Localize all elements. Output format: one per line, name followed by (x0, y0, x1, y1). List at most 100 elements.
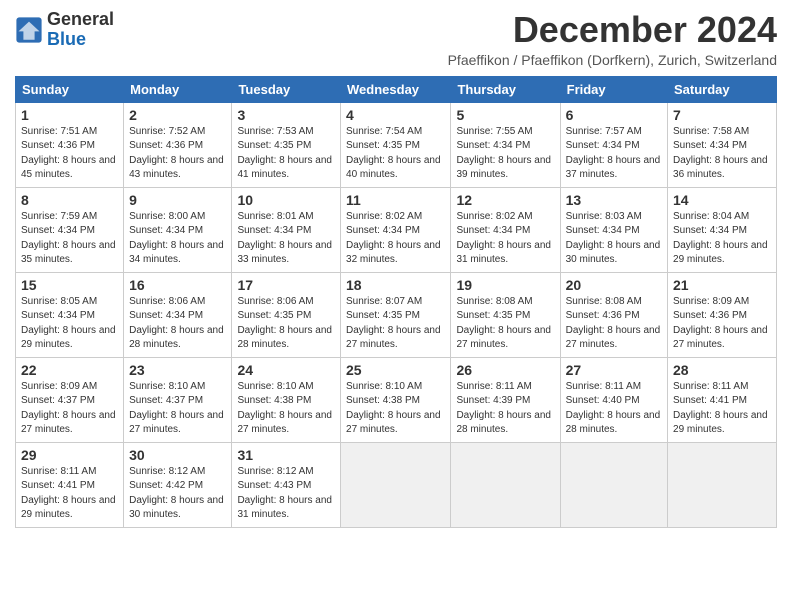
calendar-cell: 9 Sunrise: 8:00 AMSunset: 4:34 PMDaylight… (124, 187, 232, 272)
day-info: Sunrise: 8:06 AMSunset: 4:35 PMDaylight:… (237, 295, 335, 353)
day-info: Sunrise: 8:10 AMSunset: 4:38 PMDaylight:… (237, 380, 335, 438)
header-wednesday: Wednesday (341, 76, 451, 102)
day-number: 11 (346, 192, 445, 208)
calendar-cell (560, 442, 667, 527)
calendar-cell: 12 Sunrise: 8:02 AMSunset: 4:34 PMDayligh… (451, 187, 560, 272)
calendar-cell: 21Sunrise: 8:09 AMSunset: 4:36 PMDayligh… (668, 272, 777, 357)
day-info: Sunrise: 7:52 AMSunset: 4:36 PMDaylight:… (129, 125, 226, 183)
calendar-cell: 23 Sunrise: 8:10 AMSunset: 4:37 PMDayligh… (124, 357, 232, 442)
day-info: Sunrise: 7:53 AMSunset: 4:35 PMDaylight:… (237, 125, 335, 183)
calendar-cell: 29 Sunrise: 8:11 AMSunset: 4:41 PMDayligh… (16, 442, 124, 527)
day-info: Sunrise: 8:01 AMSunset: 4:34 PMDaylight:… (237, 210, 335, 268)
day-number: 10 (237, 192, 335, 208)
header-saturday: Saturday (668, 76, 777, 102)
calendar-header-row: SundayMondayTuesdayWednesdayThursdayFrid… (16, 76, 777, 102)
day-info: Sunrise: 8:05 AMSunset: 4:34 PMDaylight:… (21, 295, 118, 353)
day-info: Sunrise: 7:58 AMSunset: 4:34 PMDaylight:… (673, 125, 771, 183)
calendar-cell: 4 Sunrise: 7:54 AMSunset: 4:35 PMDaylight… (341, 102, 451, 187)
day-info: Sunrise: 8:11 AMSunset: 4:39 PMDaylight:… (456, 380, 554, 438)
calendar-cell: 11Sunrise: 8:02 AMSunset: 4:34 PMDayligh… (341, 187, 451, 272)
day-info: Sunrise: 8:12 AMSunset: 4:43 PMDaylight:… (237, 465, 335, 523)
day-number: 1 (21, 107, 118, 123)
calendar-cell: 1 Sunrise: 7:51 AMSunset: 4:36 PMDaylight… (16, 102, 124, 187)
day-number: 18 (346, 277, 445, 293)
calendar-cell (341, 442, 451, 527)
day-info: Sunrise: 8:07 AMSunset: 4:35 PMDaylight:… (346, 295, 445, 353)
day-info: Sunrise: 7:59 AMSunset: 4:34 PMDaylight:… (21, 210, 118, 268)
day-number: 17 (237, 277, 335, 293)
calendar-cell (451, 442, 560, 527)
day-info: Sunrise: 7:54 AMSunset: 4:35 PMDaylight:… (346, 125, 445, 183)
calendar-body: 1 Sunrise: 7:51 AMSunset: 4:36 PMDaylight… (16, 102, 777, 527)
calendar-cell: 10 Sunrise: 8:01 AMSunset: 4:34 PMDayligh… (232, 187, 341, 272)
header-sunday: Sunday (16, 76, 124, 102)
day-info: Sunrise: 8:03 AMSunset: 4:34 PMDaylight:… (566, 210, 662, 268)
calendar-cell: 28Sunrise: 8:11 AMSunset: 4:41 PMDayligh… (668, 357, 777, 442)
day-number: 14 (673, 192, 771, 208)
calendar-cell: 6Sunrise: 7:57 AMSunset: 4:34 PMDaylight… (560, 102, 667, 187)
day-number: 8 (21, 192, 118, 208)
calendar-cell: 24 Sunrise: 8:10 AMSunset: 4:38 PMDayligh… (232, 357, 341, 442)
day-number: 7 (673, 107, 771, 123)
calendar-cell: 8 Sunrise: 7:59 AMSunset: 4:34 PMDaylight… (16, 187, 124, 272)
day-info: Sunrise: 8:02 AMSunset: 4:34 PMDaylight:… (456, 210, 554, 268)
calendar-cell: 3 Sunrise: 7:53 AMSunset: 4:35 PMDaylight… (232, 102, 341, 187)
page-header: GeneralBlue December 2024 Pfaeffikon / P… (15, 10, 777, 68)
calendar-cell: 26 Sunrise: 8:11 AMSunset: 4:39 PMDayligh… (451, 357, 560, 442)
day-info: Sunrise: 8:12 AMSunset: 4:42 PMDaylight:… (129, 465, 226, 523)
day-info: Sunrise: 8:10 AMSunset: 4:37 PMDaylight:… (129, 380, 226, 438)
day-number: 2 (129, 107, 226, 123)
day-info: Sunrise: 8:09 AMSunset: 4:36 PMDaylight:… (673, 295, 771, 353)
calendar-cell: 27Sunrise: 8:11 AMSunset: 4:40 PMDayligh… (560, 357, 667, 442)
day-info: Sunrise: 8:11 AMSunset: 4:41 PMDaylight:… (21, 465, 118, 523)
calendar-cell: 14 Sunrise: 8:04 AMSunset: 4:34 PMDayligh… (668, 187, 777, 272)
day-number: 19 (456, 277, 554, 293)
day-info: Sunrise: 8:00 AMSunset: 4:34 PMDaylight:… (129, 210, 226, 268)
day-number: 26 (456, 362, 554, 378)
day-info: Sunrise: 8:10 AMSunset: 4:38 PMDaylight:… (346, 380, 445, 438)
week-row-5: 29 Sunrise: 8:11 AMSunset: 4:41 PMDayligh… (16, 442, 777, 527)
day-number: 4 (346, 107, 445, 123)
day-info: Sunrise: 7:57 AMSunset: 4:34 PMDaylight:… (566, 125, 662, 183)
week-row-1: 1 Sunrise: 7:51 AMSunset: 4:36 PMDaylight… (16, 102, 777, 187)
day-info: Sunrise: 8:11 AMSunset: 4:41 PMDaylight:… (673, 380, 771, 438)
month-title: December 2024 (448, 10, 777, 50)
header-monday: Monday (124, 76, 232, 102)
day-info: Sunrise: 7:51 AMSunset: 4:36 PMDaylight:… (21, 125, 118, 183)
calendar-cell: 5Sunrise: 7:55 AMSunset: 4:34 PMDaylight… (451, 102, 560, 187)
day-info: Sunrise: 8:08 AMSunset: 4:35 PMDaylight:… (456, 295, 554, 353)
day-info: Sunrise: 8:09 AMSunset: 4:37 PMDaylight:… (21, 380, 118, 438)
logo-blue: Blue (47, 29, 86, 49)
header-thursday: Thursday (451, 76, 560, 102)
day-info: Sunrise: 8:04 AMSunset: 4:34 PMDaylight:… (673, 210, 771, 268)
day-number: 12 (456, 192, 554, 208)
day-number: 13 (566, 192, 662, 208)
day-number: 20 (566, 277, 662, 293)
day-number: 3 (237, 107, 335, 123)
calendar-cell: 22Sunrise: 8:09 AMSunset: 4:37 PMDayligh… (16, 357, 124, 442)
calendar-cell: 18 Sunrise: 8:07 AMSunset: 4:35 PMDayligh… (341, 272, 451, 357)
week-row-3: 15Sunrise: 8:05 AMSunset: 4:34 PMDayligh… (16, 272, 777, 357)
calendar-cell: 17 Sunrise: 8:06 AMSunset: 4:35 PMDayligh… (232, 272, 341, 357)
day-info: Sunrise: 8:08 AMSunset: 4:36 PMDaylight:… (566, 295, 662, 353)
calendar-cell: 13 Sunrise: 8:03 AMSunset: 4:34 PMDayligh… (560, 187, 667, 272)
logo-text: GeneralBlue (47, 10, 114, 50)
day-info: Sunrise: 8:11 AMSunset: 4:40 PMDaylight:… (566, 380, 662, 438)
day-number: 31 (237, 447, 335, 463)
week-row-2: 8 Sunrise: 7:59 AMSunset: 4:34 PMDaylight… (16, 187, 777, 272)
calendar-cell (668, 442, 777, 527)
day-number: 30 (129, 447, 226, 463)
header-tuesday: Tuesday (232, 76, 341, 102)
day-number: 25 (346, 362, 445, 378)
title-block: December 2024 Pfaeffikon / Pfaeffikon (D… (448, 10, 777, 68)
day-number: 5 (456, 107, 554, 123)
calendar-cell: 19 Sunrise: 8:08 AMSunset: 4:35 PMDayligh… (451, 272, 560, 357)
day-info: Sunrise: 8:06 AMSunset: 4:34 PMDaylight:… (129, 295, 226, 353)
header-friday: Friday (560, 76, 667, 102)
calendar-cell: 20 Sunrise: 8:08 AMSunset: 4:36 PMDayligh… (560, 272, 667, 357)
day-number: 9 (129, 192, 226, 208)
day-number: 24 (237, 362, 335, 378)
calendar-cell: 2 Sunrise: 7:52 AMSunset: 4:36 PMDaylight… (124, 102, 232, 187)
day-number: 23 (129, 362, 226, 378)
day-number: 29 (21, 447, 118, 463)
